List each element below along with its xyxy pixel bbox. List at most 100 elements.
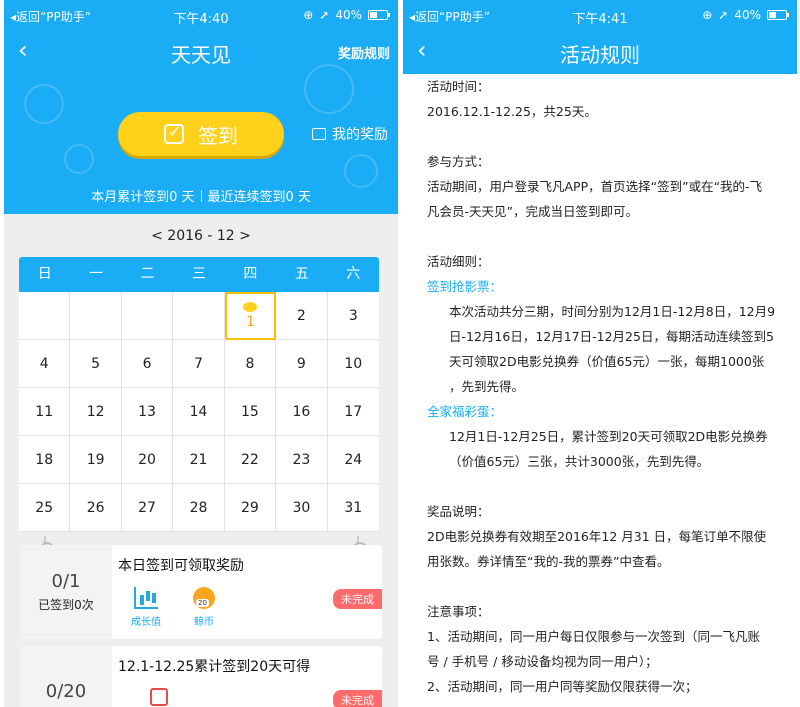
rules-text: 号 / 手机号 / 移动设备均视为同一用户）； <box>427 654 658 669</box>
rules-text: 12月1日-12月25日，累计签到20天可领取2D电影兑换券 <box>449 429 768 444</box>
task-progress-panel: 0/1 已签到0次 <box>20 545 112 639</box>
calendar-day[interactable]: 27 <box>121 484 174 532</box>
calendar-day[interactable]: 20 <box>121 436 174 484</box>
month-navigator[interactable]: < 2016 - 12 > <box>4 214 398 254</box>
calendar-day[interactable]: 25 <box>19 484 71 532</box>
calendar-day[interactable]: 28 <box>173 484 225 532</box>
day-number: 15 <box>241 403 259 420</box>
calendar-day[interactable]: 17 <box>327 388 379 436</box>
calendar-day[interactable]: 30 <box>276 484 328 532</box>
gift-icon <box>312 128 326 140</box>
calendar-day[interactable]: 22 <box>224 436 277 484</box>
calendar-empty-cell <box>70 292 122 340</box>
calendar-day[interactable]: 2 <box>276 292 328 340</box>
calendar-day[interactable]: 4 <box>19 340 71 388</box>
task-card-daily[interactable]: 0/1 已签到0次 本日签到可领取奖励 成长值 鲸币 未完成 <box>20 545 382 639</box>
calendar-empty-cell <box>19 292 71 340</box>
calendar-day[interactable]: 9 <box>276 340 328 388</box>
task-progress-sub: 已签到0次 <box>38 598 94 612</box>
calendar-day[interactable]: 21 <box>173 436 225 484</box>
calendar-day[interactable]: 10 <box>327 340 379 388</box>
calendar-day-today[interactable]: 1 <box>224 292 277 340</box>
calendar-day[interactable]: 7 <box>173 340 225 388</box>
day-number: 4 <box>39 355 49 372</box>
weekday-label: 日 <box>37 266 52 282</box>
rules-label: 参与方式： <box>427 154 490 169</box>
status-right: ⊕ ➚ 40% <box>702 8 789 22</box>
calendar-day[interactable]: 12 <box>70 388 122 436</box>
calendar-day[interactable]: 19 <box>70 436 122 484</box>
calendar-day[interactable]: 23 <box>276 436 328 484</box>
calendar-day[interactable]: 15 <box>224 388 277 436</box>
reward-label: 成长值 <box>131 617 161 628</box>
calendar-day[interactable]: 8 <box>224 340 277 388</box>
rules-text: 天可领取2D电影兑换券（价值65元）一张，每期1000张 <box>449 354 765 369</box>
calendar-day[interactable]: 13 <box>121 388 174 436</box>
calendar: 日一二三四五六 1 2 3 4 5 6 7 8 9 10 11 12 13 14 15 16 17 18 19 20 2… <box>19 257 379 532</box>
rules-label: 活动细则： <box>427 254 490 269</box>
rules-text: 2016.12.1-12.25，共25天。 <box>427 104 597 119</box>
calendar-day[interactable]: 26 <box>70 484 122 532</box>
signin-stats: 本月累计签到0 天最近连续签到0 天 <box>4 186 398 205</box>
calendar-day[interactable]: 31 <box>327 484 379 532</box>
day-number: 6 <box>142 355 152 372</box>
day-number: 28 <box>189 499 208 516</box>
rules-text: 活动期间，用户登录飞凡APP，首页选择“签到”或在“我的-飞 <box>427 179 763 194</box>
calendar-empty-cell <box>173 292 225 340</box>
day-number: 29 <box>241 499 259 516</box>
calendar-empty-cell <box>121 292 174 340</box>
day-number: 14 <box>189 403 208 420</box>
rules-section-heading: 签到抢影票： <box>427 279 503 294</box>
ticket-icon <box>150 688 168 706</box>
signin-label: 签到 <box>198 123 238 148</box>
nav-bar: ‹ 活动规则 <box>403 30 797 74</box>
status-right: ⊕ ➚ 40% <box>303 8 390 22</box>
calendar-grid: 1 2 3 4 5 6 7 8 9 10 11 12 13 14 15 16 17 18 19 20 21 22 23 24 2… <box>19 292 379 532</box>
calendar-day[interactable]: 5 <box>70 340 122 388</box>
status-bar: ◂返回“PP助手” 下午4:41 ⊕ ➚ 40% <box>403 0 797 30</box>
rules-label: 活动时间： <box>427 79 490 94</box>
month-total-text: 本月累计签到0 天 <box>91 190 195 205</box>
weekday-label: 五 <box>294 266 309 282</box>
rules-label: 注意事项： <box>427 604 490 619</box>
day-number: 19 <box>86 451 105 468</box>
lock-icon: ⊕ <box>303 8 314 22</box>
calendar-day[interactable]: 11 <box>19 388 71 436</box>
day-number: 20 <box>138 451 156 468</box>
my-reward-link[interactable]: 我的奖励 <box>312 124 388 144</box>
signin-button[interactable]: 签到 <box>118 112 284 156</box>
rules-text: 本次活动共分三期，时间分别为12月1日-12月8日，12月9 <box>449 304 776 319</box>
day-number: 16 <box>292 403 311 420</box>
location-icon: ➚ <box>718 8 729 22</box>
calendar-day[interactable]: 3 <box>327 292 379 340</box>
decor-bubble <box>64 144 94 174</box>
rules-text: 2D电影兑换券有效期至2016年12 月31 日，每笔订单不限使 <box>427 529 767 544</box>
task-card-cumulative[interactable]: 0/20 12.1-12.25累计签到20天可得 未完成 <box>20 646 382 707</box>
weekday-label: 四 <box>243 266 258 282</box>
calendar-day[interactable]: 29 <box>224 484 277 532</box>
calendar-day[interactable]: 14 <box>173 388 225 436</box>
rules-text: ，先到先得。 <box>449 379 525 394</box>
reward-label: 鲸币 <box>194 617 214 628</box>
rules-text: 1、活动期间，同一用户每日仅限参与一次签到（同一飞凡账 <box>427 629 760 644</box>
battery-percent: 40% <box>335 8 362 22</box>
calendar-day[interactable]: 6 <box>121 340 174 388</box>
day-number: 27 <box>138 499 156 516</box>
decor-bubble <box>24 84 64 124</box>
calendar-day[interactable]: 16 <box>276 388 328 436</box>
day-number: 18 <box>35 451 54 468</box>
weekday-label: 三 <box>191 266 206 282</box>
calendar-day[interactable]: 24 <box>327 436 379 484</box>
task-title: 本日签到可领取奖励 <box>118 558 244 574</box>
reward-rules-link[interactable]: 奖励规则 <box>338 43 390 62</box>
task-progress: 0/1 <box>51 571 81 592</box>
streak-text: 最近连续签到0 天 <box>207 190 311 205</box>
lock-icon: ⊕ <box>702 8 713 22</box>
day-number: 7 <box>194 355 203 372</box>
signin-screen: ◂返回“PP助手” 下午4:40 ⊕ ➚ 40% ‹ 天天见 奖励规则 签到 我… <box>4 0 398 707</box>
calendar-day[interactable]: 18 <box>19 436 71 484</box>
page-title: 活动规则 <box>560 43 640 67</box>
